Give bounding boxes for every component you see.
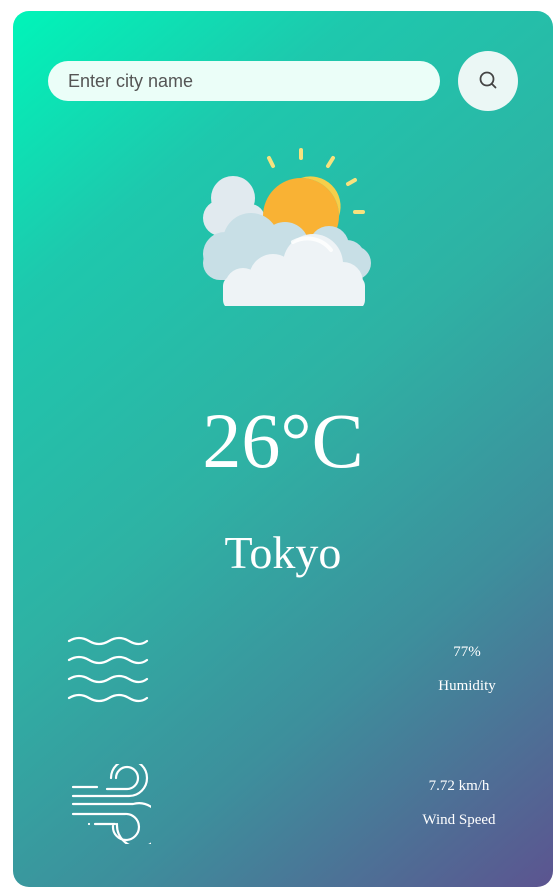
sun-behind-clouds-icon — [203, 148, 371, 306]
humidity-label: Humidity — [438, 678, 496, 694]
weather-card: 26°C Tokyo 77% Humidity 7.72 km/h Wind S… — [13, 11, 553, 887]
humidity-value: 77% — [453, 644, 481, 660]
search-button[interactable] — [458, 51, 518, 111]
search-input[interactable] — [48, 61, 440, 101]
city-name: Tokyo — [224, 527, 342, 578]
wind-speed-value: 7.72 km/h — [428, 778, 490, 794]
temperature-value: 26°C — [202, 397, 364, 484]
wind-speed-label: Wind Speed — [422, 812, 496, 828]
search-icon — [479, 71, 497, 89]
humidity-waves-icon — [67, 636, 149, 703]
wind-icon — [71, 764, 151, 844]
